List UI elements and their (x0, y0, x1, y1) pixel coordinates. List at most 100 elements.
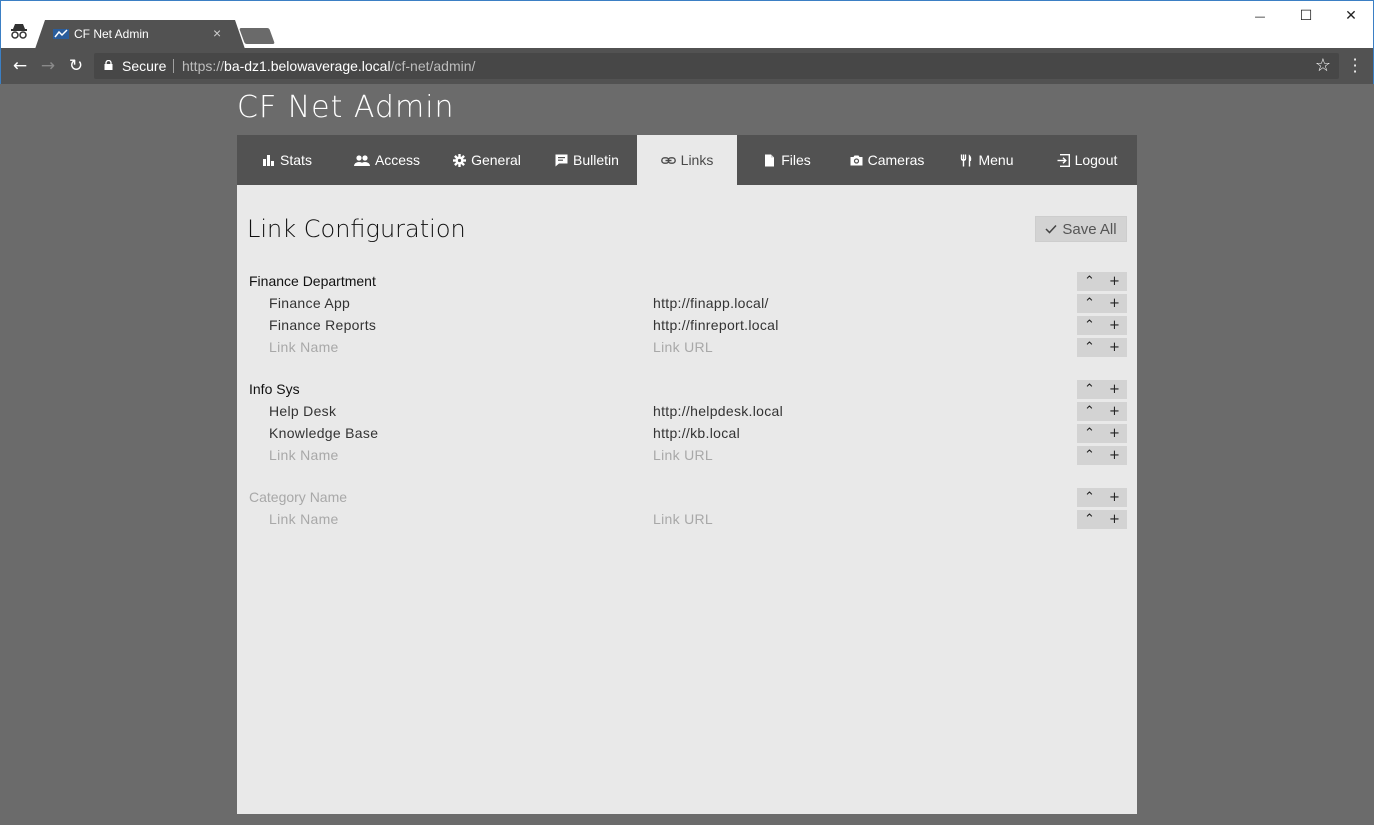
move-up-button[interactable]: ⌃ (1077, 294, 1102, 313)
nav-cameras[interactable]: Cameras (837, 135, 937, 185)
browser-tab[interactable]: CF Net Admin × (35, 20, 245, 49)
nav-general[interactable]: General (437, 135, 537, 185)
link-name-input[interactable]: Link Name (269, 511, 339, 527)
nav-links[interactable]: Links (637, 135, 737, 185)
nav-files[interactable]: Files (737, 135, 837, 185)
browser-menu-icon[interactable]: · · · (1348, 52, 1362, 80)
move-up-button[interactable]: ⌃ (1077, 338, 1102, 357)
link-name[interactable]: Finance App (269, 295, 350, 311)
nav-access[interactable]: Access (337, 135, 437, 185)
add-button[interactable]: + (1102, 402, 1127, 421)
move-up-button[interactable]: ⌃ (1077, 380, 1102, 399)
category-name[interactable]: Finance Department (249, 273, 376, 289)
add-button[interactable]: + (1102, 316, 1127, 335)
add-button[interactable]: + (1102, 294, 1127, 313)
address-bar[interactable]: Secure https://ba-dz1.belowaverage.local… (94, 53, 1339, 79)
link-row: Help Desk http://helpdesk.local ⌃ + (237, 400, 1137, 422)
move-up-button[interactable]: ⌃ (1077, 446, 1102, 465)
back-button[interactable]: ← (9, 55, 31, 77)
new-link-row: Link Name Link URL ⌃ + (237, 508, 1137, 530)
close-icon: ✕ (1345, 8, 1357, 24)
nav-general-label: General (471, 152, 521, 168)
save-all-button[interactable]: Save All (1035, 216, 1127, 242)
new-link-row: Link Name Link URL ⌃ + (237, 444, 1137, 466)
url-path: /cf-net/admin/ (390, 58, 476, 74)
add-button[interactable]: + (1102, 272, 1127, 291)
bar-chart-icon (263, 154, 275, 166)
move-up-button[interactable]: ⌃ (1077, 272, 1102, 291)
nav-cameras-label: Cameras (867, 152, 925, 168)
nav-logout-label: Logout (1074, 152, 1118, 168)
reload-button[interactable]: ↻ (65, 55, 87, 77)
row-buttons: ⌃ + (1077, 402, 1127, 421)
row-buttons: ⌃ + (1077, 446, 1127, 465)
nav-bulletin[interactable]: Bulletin (537, 135, 637, 185)
link-name[interactable]: Knowledge Base (269, 425, 378, 441)
row-buttons: ⌃ + (1077, 316, 1127, 335)
maximize-icon: ☐ (1299, 8, 1313, 24)
link-row: Finance App http://finapp.local/ ⌃ + (237, 292, 1137, 314)
category-name-input[interactable]: Category Name (249, 489, 347, 505)
nav-logout[interactable]: Logout (1037, 135, 1137, 185)
new-tab-button[interactable] (239, 28, 275, 44)
move-up-button[interactable]: ⌃ (1077, 402, 1102, 421)
browser-titlebar: CF Net Admin × — ☐ ✕ (0, 0, 1374, 49)
row-buttons: ⌃ + (1077, 380, 1127, 399)
move-up-button[interactable]: ⌃ (1077, 510, 1102, 529)
new-link-row: Link Name Link URL ⌃ + (237, 336, 1137, 358)
nav-menu[interactable]: Menu (937, 135, 1037, 185)
link-url[interactable]: http://helpdesk.local (653, 403, 783, 419)
file-icon (765, 154, 775, 166)
category-row: Finance Department ⌃ + (237, 270, 1137, 292)
link-name-input[interactable]: Link Name (269, 339, 339, 355)
move-up-button[interactable]: ⌃ (1077, 488, 1102, 507)
tab-close-icon[interactable]: × (213, 25, 221, 41)
close-window-button[interactable]: ✕ (1328, 5, 1374, 27)
minimize-icon: — (1254, 9, 1266, 23)
maximize-button[interactable]: ☐ (1283, 5, 1329, 27)
add-button[interactable]: + (1102, 510, 1127, 529)
link-icon (660, 156, 676, 164)
logout-icon (1057, 153, 1070, 167)
minimize-button[interactable]: — (1237, 5, 1283, 27)
link-url[interactable]: http://finreport.local (653, 317, 779, 333)
row-buttons: ⌃ + (1077, 294, 1127, 313)
row-buttons: ⌃ + (1077, 424, 1127, 443)
row-buttons: ⌃ + (1077, 272, 1127, 291)
forward-button[interactable]: → (37, 55, 59, 77)
link-url-input[interactable]: Link URL (653, 339, 713, 355)
tab-title: CF Net Admin (74, 27, 149, 41)
link-name-input[interactable]: Link Name (269, 447, 339, 463)
bookmark-star-icon[interactable]: ☆ (1315, 55, 1331, 76)
link-row: Finance Reports http://finreport.local ⌃… (237, 314, 1137, 336)
link-name[interactable]: Finance Reports (269, 317, 376, 333)
row-buttons: ⌃ + (1077, 338, 1127, 357)
nav-links-label: Links (680, 152, 714, 168)
link-url[interactable]: http://finapp.local/ (653, 295, 769, 311)
url-scheme: https:// (182, 58, 225, 74)
link-name[interactable]: Help Desk (269, 403, 336, 419)
move-up-button[interactable]: ⌃ (1077, 316, 1102, 335)
app-title: CF Net Admin (237, 90, 455, 125)
link-url[interactable]: http://kb.local (653, 425, 740, 441)
move-up-button[interactable]: ⌃ (1077, 424, 1102, 443)
utensils-icon (961, 154, 972, 166)
row-buttons: ⌃ + (1077, 488, 1127, 507)
add-button[interactable]: + (1102, 424, 1127, 443)
add-button[interactable]: + (1102, 488, 1127, 507)
address-separator (173, 59, 174, 73)
nav-stats[interactable]: Stats (237, 135, 337, 185)
users-icon (353, 154, 370, 166)
row-buttons: ⌃ + (1077, 510, 1127, 529)
add-button[interactable]: + (1102, 338, 1127, 357)
secure-label: Secure (122, 58, 167, 74)
add-button[interactable]: + (1102, 380, 1127, 399)
nav-menu-label: Menu (978, 152, 1014, 168)
check-icon (1045, 224, 1057, 234)
gear-icon (453, 153, 467, 167)
add-button[interactable]: + (1102, 446, 1127, 465)
url-text[interactable]: https://ba-dz1.belowaverage.local/cf-net… (182, 58, 475, 74)
category-name[interactable]: Info Sys (249, 381, 300, 397)
link-url-input[interactable]: Link URL (653, 447, 713, 463)
link-url-input[interactable]: Link URL (653, 511, 713, 527)
